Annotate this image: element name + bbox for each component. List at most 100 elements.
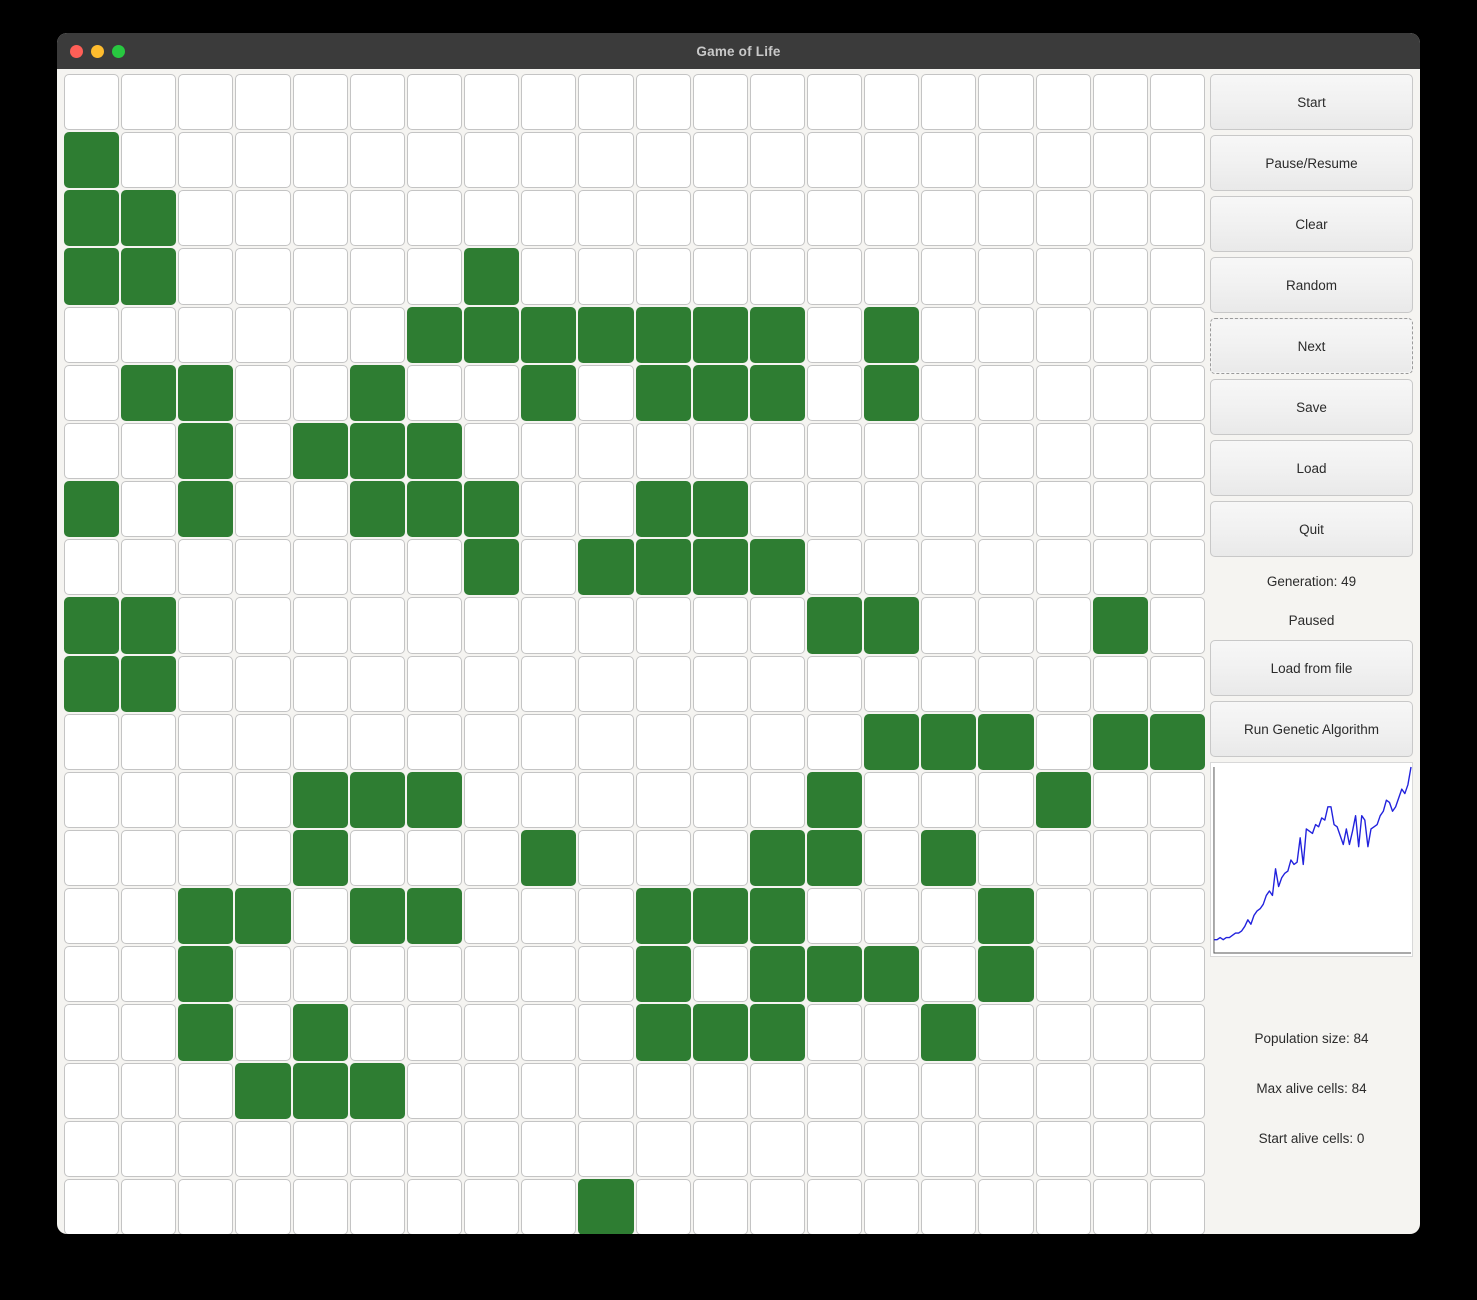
grid-cell[interactable] xyxy=(921,190,977,247)
grid-cell[interactable] xyxy=(464,655,520,712)
grid-cell[interactable] xyxy=(235,74,291,131)
grid-cell[interactable] xyxy=(464,1004,520,1061)
grid-cell[interactable] xyxy=(978,364,1034,421)
grid-cell[interactable] xyxy=(464,829,520,887)
grid-cell[interactable] xyxy=(578,132,634,189)
grid-cell[interactable] xyxy=(406,1062,463,1119)
grid-cell[interactable] xyxy=(1092,597,1148,654)
grid-cell[interactable] xyxy=(121,1120,177,1177)
grid-cell[interactable] xyxy=(749,248,805,305)
grid-cell[interactable] xyxy=(521,422,577,480)
grid-cell[interactable] xyxy=(921,713,977,770)
grid-cell[interactable] xyxy=(121,1062,177,1119)
grid-cell[interactable] xyxy=(235,364,291,421)
grid-cell[interactable] xyxy=(521,74,577,131)
grid-cell[interactable] xyxy=(978,655,1034,712)
grid-cell[interactable] xyxy=(806,422,863,480)
grid-cell[interactable] xyxy=(1035,888,1091,945)
grid-cell[interactable] xyxy=(1149,1120,1205,1177)
grid-cell[interactable] xyxy=(292,829,348,887)
grid-cell[interactable] xyxy=(978,481,1034,538)
grid-cell[interactable] xyxy=(406,655,463,712)
grid-cell[interactable] xyxy=(978,1178,1034,1234)
grid-cell[interactable] xyxy=(864,481,920,538)
grid-cell[interactable] xyxy=(1092,655,1148,712)
grid-cell[interactable] xyxy=(406,771,463,828)
grid-cell[interactable] xyxy=(1035,539,1091,596)
grid-cell[interactable] xyxy=(1149,248,1205,305)
grid-cell[interactable] xyxy=(578,1062,634,1119)
grid-cell[interactable] xyxy=(464,713,520,770)
grid-cell[interactable] xyxy=(635,74,691,131)
grid-cell[interactable] xyxy=(521,248,577,305)
grid-cell[interactable] xyxy=(64,74,120,131)
grid-cell[interactable] xyxy=(406,248,463,305)
grid-cell[interactable] xyxy=(235,422,291,480)
grid-cell[interactable] xyxy=(178,1062,234,1119)
grid-cell[interactable] xyxy=(121,1178,177,1234)
grid-cell[interactable] xyxy=(521,364,577,421)
grid-cell[interactable] xyxy=(1035,771,1091,828)
grid-cell[interactable] xyxy=(921,829,977,887)
grid-cell[interactable] xyxy=(749,364,805,421)
grid-cell[interactable] xyxy=(121,888,177,945)
grid-cell[interactable] xyxy=(578,1004,634,1061)
grid-cell[interactable] xyxy=(292,132,348,189)
grid-cell[interactable] xyxy=(292,1120,348,1177)
grid-cell[interactable] xyxy=(1092,422,1148,480)
grid-cell[interactable] xyxy=(64,306,120,363)
grid-cell[interactable] xyxy=(635,539,691,596)
grid-cell[interactable] xyxy=(921,422,977,480)
grid-cell[interactable] xyxy=(1035,364,1091,421)
grid-cell[interactable] xyxy=(864,829,920,887)
grid-cell[interactable] xyxy=(121,655,177,712)
grid-cell[interactable] xyxy=(406,481,463,538)
grid-cell[interactable] xyxy=(1092,1178,1148,1234)
grid-cell[interactable] xyxy=(235,190,291,247)
grid-cell[interactable] xyxy=(692,422,748,480)
grid-cell[interactable] xyxy=(1092,132,1148,189)
save-button[interactable]: Save xyxy=(1210,379,1413,435)
grid-cell[interactable] xyxy=(1035,1120,1091,1177)
grid-cell[interactable] xyxy=(178,888,234,945)
grid-cell[interactable] xyxy=(1149,422,1205,480)
grid-cell[interactable] xyxy=(1035,481,1091,538)
grid-cell[interactable] xyxy=(521,539,577,596)
grid-cell[interactable] xyxy=(978,132,1034,189)
grid-cell[interactable] xyxy=(178,1004,234,1061)
grid-cell[interactable] xyxy=(292,539,348,596)
grid-cell[interactable] xyxy=(464,946,520,1003)
grid-cell[interactable] xyxy=(235,1120,291,1177)
grid-cell[interactable] xyxy=(406,74,463,131)
grid-cell[interactable] xyxy=(1035,74,1091,131)
grid-cell[interactable] xyxy=(864,306,920,363)
grid-cell[interactable] xyxy=(121,422,177,480)
grid-cell[interactable] xyxy=(349,539,405,596)
grid-cell[interactable] xyxy=(292,946,348,1003)
grid-cell[interactable] xyxy=(349,306,405,363)
grid-cell[interactable] xyxy=(1149,713,1205,770)
grid-cell[interactable] xyxy=(692,946,748,1003)
grid-cell[interactable] xyxy=(1035,248,1091,305)
grid-cell[interactable] xyxy=(521,946,577,1003)
grid-cell[interactable] xyxy=(806,597,863,654)
grid-cell[interactable] xyxy=(1149,1178,1205,1234)
grid-cell[interactable] xyxy=(864,248,920,305)
grid-cell[interactable] xyxy=(864,1062,920,1119)
grid-cell[interactable] xyxy=(64,364,120,421)
grid-cell[interactable] xyxy=(64,713,120,770)
grid-cell[interactable] xyxy=(864,946,920,1003)
grid-cell[interactable] xyxy=(1092,74,1148,131)
grid-cell[interactable] xyxy=(806,132,863,189)
grid-cell[interactable] xyxy=(978,946,1034,1003)
grid-cell[interactable] xyxy=(635,306,691,363)
grid-cell[interactable] xyxy=(521,597,577,654)
grid-cell[interactable] xyxy=(749,888,805,945)
grid-cell[interactable] xyxy=(235,539,291,596)
clear-button[interactable]: Clear xyxy=(1210,196,1413,252)
grid-cell[interactable] xyxy=(692,771,748,828)
grid-cell[interactable] xyxy=(1092,248,1148,305)
grid-cell[interactable] xyxy=(978,888,1034,945)
grid-cell[interactable] xyxy=(864,1004,920,1061)
grid-cell[interactable] xyxy=(578,713,634,770)
